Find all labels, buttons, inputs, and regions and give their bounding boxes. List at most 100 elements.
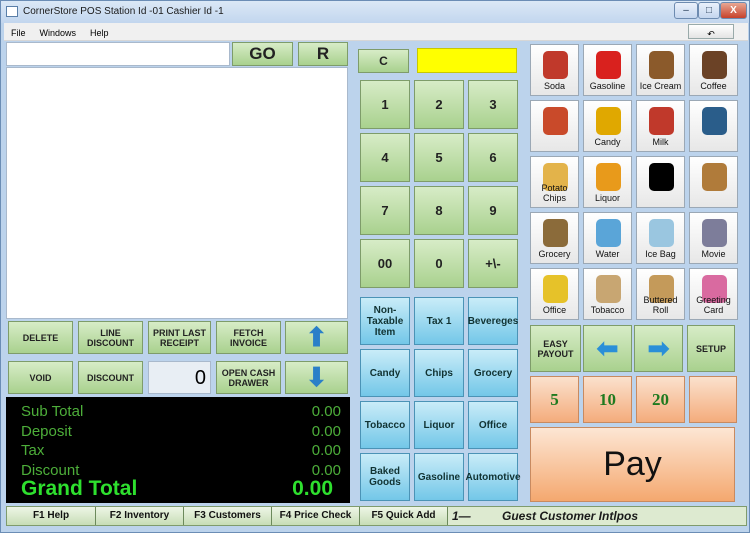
key-0[interactable]: 1 xyxy=(360,80,410,129)
key-8[interactable]: 9 xyxy=(468,186,518,235)
product-button[interactable]: Soda xyxy=(530,44,579,96)
close-button[interactable]: X xyxy=(720,2,747,19)
left-arrow-icon: ⬅ xyxy=(596,333,619,363)
subtotal-value: 0.00 xyxy=(311,403,341,420)
category-button[interactable]: Liquor xyxy=(414,401,464,449)
minimize-button[interactable]: – xyxy=(674,2,698,19)
office-supplies-icon xyxy=(543,275,568,303)
category-button[interactable]: Tax 1 xyxy=(414,297,464,345)
easy-payout-button[interactable]: EASY PAYOUT xyxy=(530,325,581,372)
key-3[interactable]: 4 xyxy=(360,133,410,182)
gas-can-icon xyxy=(596,51,621,79)
f1-help-button[interactable]: F1 Help xyxy=(7,507,96,525)
category-button[interactable]: Grocery xyxy=(468,349,518,397)
scroll-down-button[interactable]: ⬇ xyxy=(285,361,348,394)
key-6[interactable]: 7 xyxy=(360,186,410,235)
product-button[interactable]: Potato Chips xyxy=(530,156,579,208)
product-button[interactable] xyxy=(689,100,738,152)
key-1[interactable]: 2 xyxy=(414,80,464,129)
key-11[interactable]: +\- xyxy=(468,239,518,288)
title-bar: CornerStore POS Station Id -01 Cashier I… xyxy=(1,1,749,23)
f2-inventory-button[interactable]: F2 Inventory xyxy=(96,507,184,525)
category-button[interactable]: Chips xyxy=(414,349,464,397)
menu-file[interactable]: File xyxy=(4,25,33,41)
maximize-button[interactable]: □ xyxy=(698,2,720,19)
previous-page-button[interactable]: ⬅ xyxy=(583,325,632,372)
undo-arrow-icon: ↶ xyxy=(707,29,715,39)
scan-input[interactable] xyxy=(6,42,230,66)
line-discount-button[interactable]: LINE DISCOUNT xyxy=(78,321,143,354)
product-button[interactable]: Coffee xyxy=(689,44,738,96)
product-button[interactable]: Water xyxy=(583,212,632,264)
category-button[interactable]: Tobacco xyxy=(360,401,410,449)
deposit-value: 0.00 xyxy=(311,423,341,440)
quantity-display: 0 xyxy=(148,361,211,394)
key-9[interactable]: 00 xyxy=(360,239,410,288)
transaction-list[interactable] xyxy=(6,67,348,319)
product-label: Tobacco xyxy=(590,305,625,315)
category-button[interactable]: Bevereges xyxy=(468,297,518,345)
product-button[interactable]: Milk xyxy=(636,100,685,152)
key-4[interactable]: 5 xyxy=(414,133,464,182)
category-button[interactable]: Office xyxy=(468,401,518,449)
pay-button[interactable]: Pay xyxy=(530,427,735,502)
f5-quick-add-button[interactable]: F5 Quick Add xyxy=(360,507,448,525)
go-button[interactable]: GO xyxy=(232,42,293,66)
next-page-button[interactable]: ➡ xyxy=(634,325,683,372)
product-button[interactable]: Ice Cream xyxy=(636,44,685,96)
discount-button[interactable]: DISCOUNT xyxy=(78,361,143,394)
cash-5-button[interactable]: 5 xyxy=(530,376,579,423)
grocery-bag-icon xyxy=(543,219,568,247)
key-10[interactable]: 0 xyxy=(414,239,464,288)
ice-bag-icon xyxy=(649,219,674,247)
product-button[interactable]: Movie xyxy=(689,212,738,264)
menu-help[interactable]: Help xyxy=(83,25,116,41)
product-label: Ice Bag xyxy=(645,249,676,259)
category-button[interactable]: Candy xyxy=(360,349,410,397)
candy-icon xyxy=(596,107,621,135)
category-button[interactable]: Gasoline xyxy=(414,453,464,501)
popcorn-icon xyxy=(543,107,568,135)
f4-price-check-button[interactable]: F4 Price Check xyxy=(272,507,360,525)
product-button[interactable]: Gasoline xyxy=(583,44,632,96)
open-cash-drawer-button[interactable]: OPEN CASH DRAWER xyxy=(216,361,281,394)
product-label: Liquor xyxy=(594,193,621,203)
key-5[interactable]: 6 xyxy=(468,133,518,182)
category-button[interactable]: Non-Taxable Item xyxy=(360,297,410,345)
product-button[interactable]: Grocery xyxy=(530,212,579,264)
product-button[interactable] xyxy=(530,100,579,152)
void-button[interactable]: VOID xyxy=(8,361,73,394)
key-2[interactable]: 3 xyxy=(468,80,518,129)
cash-blank-button[interactable] xyxy=(689,376,737,423)
product-label: Greeting Card xyxy=(696,295,731,315)
product-button[interactable]: Buttered Roll xyxy=(636,268,685,320)
product-button[interactable]: Office xyxy=(530,268,579,320)
r-button[interactable]: R xyxy=(298,42,348,66)
app-icon xyxy=(6,6,18,17)
product-button[interactable]: Tobacco xyxy=(583,268,632,320)
product-button[interactable]: Liquor xyxy=(583,156,632,208)
key-7[interactable]: 8 xyxy=(414,186,464,235)
category-button[interactable]: Baked Goods xyxy=(360,453,410,501)
liquor-glass-icon xyxy=(596,163,621,191)
product-button[interactable]: Greeting Card xyxy=(689,268,738,320)
product-button[interactable]: Ice Bag xyxy=(636,212,685,264)
cash-20-button[interactable]: 20 xyxy=(636,376,685,423)
menu-windows[interactable]: Windows xyxy=(33,25,84,41)
f3-customers-button[interactable]: F3 Customers xyxy=(184,507,272,525)
delete-button[interactable]: DELETE xyxy=(8,321,73,354)
product-button[interactable] xyxy=(636,156,685,208)
cash-10-button[interactable]: 10 xyxy=(583,376,632,423)
station-number: 1— xyxy=(452,509,471,523)
product-button[interactable] xyxy=(689,156,738,208)
customer-name: Guest Customer Intlpos xyxy=(502,509,639,523)
print-last-receipt-button[interactable]: PRINT LAST RECEIPT xyxy=(148,321,211,354)
scroll-up-button[interactable]: ⬆ xyxy=(285,321,348,354)
category-button[interactable]: Automotive xyxy=(466,453,521,501)
fetch-invoice-button[interactable]: FETCH INVOICE xyxy=(216,321,281,354)
cookies-icon xyxy=(702,163,727,191)
clear-button[interactable]: C xyxy=(358,49,409,73)
product-button[interactable]: Candy xyxy=(583,100,632,152)
undo-button[interactable]: ↶ xyxy=(688,24,734,39)
setup-button[interactable]: SETUP xyxy=(687,325,735,372)
